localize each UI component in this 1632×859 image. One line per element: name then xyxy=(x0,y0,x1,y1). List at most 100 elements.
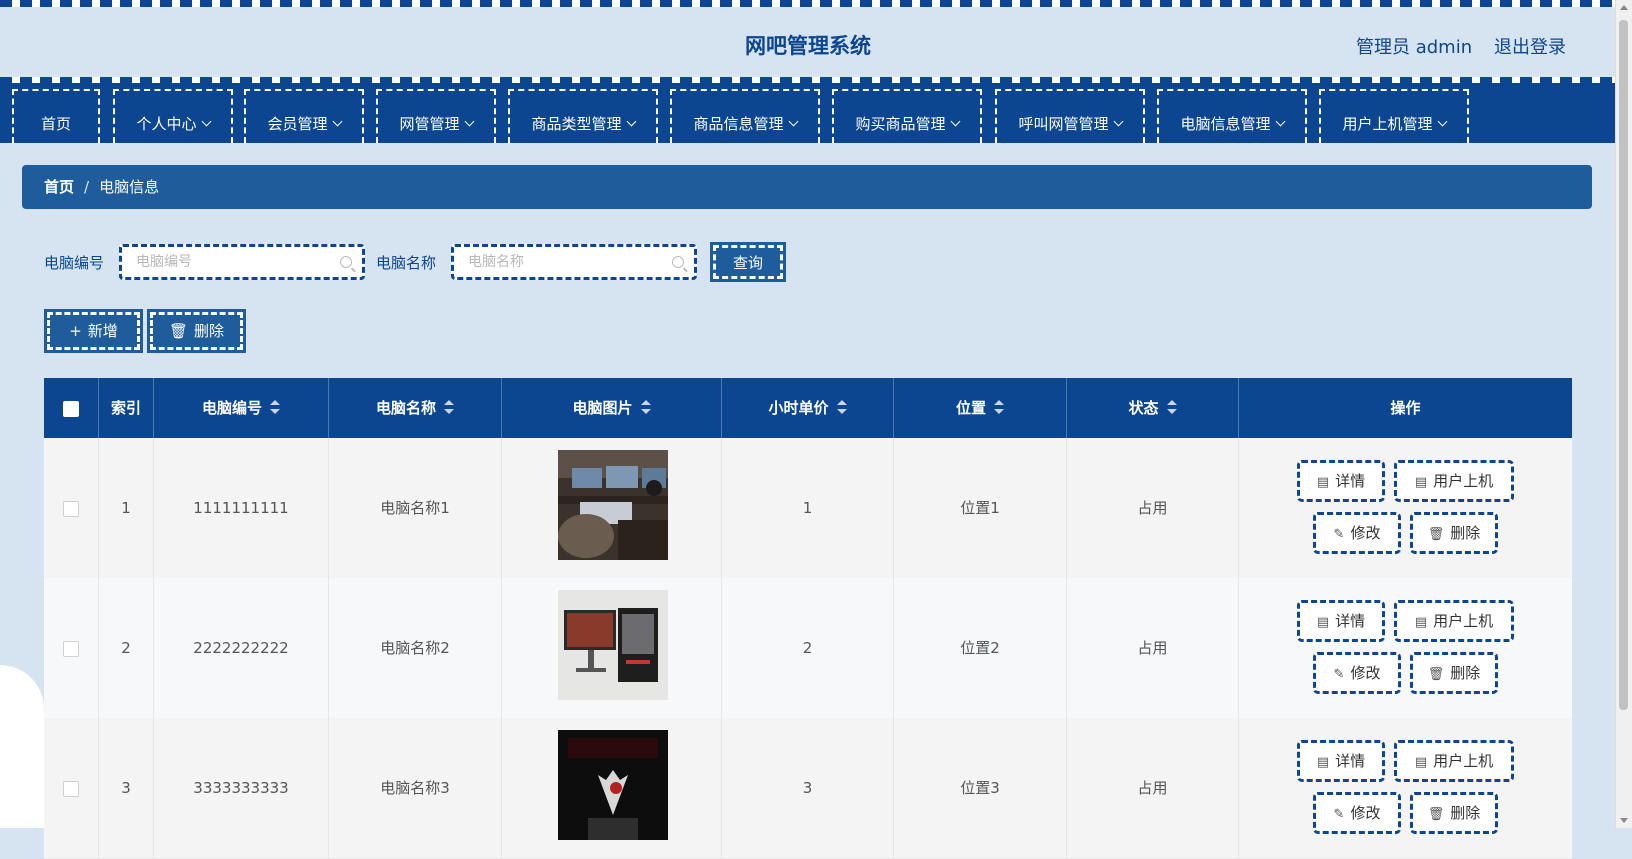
cell-location: 位置1 xyxy=(894,438,1067,578)
main-nav: 首页 个人中心 会员管理 网管管理 商品类型管理 商品信息管理 购买商品管理 呼… xyxy=(0,83,1616,143)
name-placeholder: 电脑名称 xyxy=(468,254,524,270)
scrollbar-thumb[interactable] xyxy=(1619,20,1628,710)
row-checkbox[interactable] xyxy=(63,780,79,797)
chevron-down-icon xyxy=(950,116,960,127)
row-checkbox[interactable] xyxy=(63,640,79,657)
search-icon xyxy=(672,256,684,268)
cell-status: 占用 xyxy=(1067,578,1239,718)
sort-icon[interactable] xyxy=(444,399,454,414)
header-location[interactable]: 位置 xyxy=(894,378,1067,438)
user-login-button[interactable]: ▤ 用户上机 xyxy=(1394,740,1514,782)
name-label: 电脑名称 xyxy=(376,254,437,272)
header-price-label: 小时单价 xyxy=(768,399,829,417)
chevron-down-icon xyxy=(464,116,474,127)
breadcrumb: 首页 / 电脑信息 xyxy=(22,165,1592,209)
computer-image[interactable] xyxy=(558,730,668,840)
nav-item-member[interactable]: 会员管理 xyxy=(244,89,364,143)
document-icon: ▤ xyxy=(1414,755,1428,770)
header-name[interactable]: 电脑名称 xyxy=(329,378,502,438)
detail-button[interactable]: ▤ 详情 xyxy=(1297,600,1385,642)
nav-label: 首页 xyxy=(40,115,71,133)
code-search-input[interactable]: 电脑编号 xyxy=(119,244,365,280)
cell-image xyxy=(502,578,722,718)
row-checkbox-cell xyxy=(44,718,99,858)
nav-item-personal-center[interactable]: 个人中心 xyxy=(113,89,233,143)
header-price[interactable]: 小时单价 xyxy=(722,378,894,438)
sort-icon[interactable] xyxy=(836,399,847,414)
name-search-input[interactable]: 电脑名称 xyxy=(451,244,697,280)
delete-button-label: 删除 xyxy=(194,322,225,340)
row-checkbox[interactable] xyxy=(63,500,79,517)
nav-label: 电脑信息管理 xyxy=(1180,115,1271,133)
add-button[interactable]: + 新增 xyxy=(44,309,143,353)
sort-icon[interactable] xyxy=(1166,399,1177,414)
user-login-button[interactable]: ▤ 用户上机 xyxy=(1394,460,1514,502)
sort-icon[interactable] xyxy=(640,399,651,414)
cell-index: 3 xyxy=(99,718,154,858)
sort-icon[interactable] xyxy=(270,399,280,414)
breadcrumb-home[interactable]: 首页 xyxy=(44,178,74,196)
search-icon xyxy=(340,256,352,268)
logout-link[interactable]: 退出登录 xyxy=(1494,33,1566,59)
computer-image[interactable] xyxy=(558,590,668,700)
header-actions-label: 操作 xyxy=(1390,399,1421,417)
cell-actions: ▤ 详情 ▤ 用户上机 ✎ 修改 🗑 删除 xyxy=(1239,718,1572,858)
table-row: 3 3333333333 电脑名称3 3 位置3 占用 ▤ 详情 ▤ 用户上机 ✎ 修… xyxy=(44,718,1572,859)
document-icon: ▤ xyxy=(1414,475,1428,490)
sort-icon[interactable] xyxy=(994,399,1004,414)
detail-button[interactable]: ▤ 详情 xyxy=(1297,740,1385,782)
batch-delete-button[interactable]: 🗑 删除 xyxy=(147,309,246,353)
cell-price: 3 xyxy=(722,718,894,858)
nav-item-product-type[interactable]: 商品类型管理 xyxy=(508,89,658,143)
nav-item-netadmin[interactable]: 网管管理 xyxy=(376,89,496,143)
delete-button[interactable]: 🗑 删除 xyxy=(1410,652,1498,694)
header-index-label: 索引 xyxy=(110,399,141,417)
query-button[interactable]: 查询 xyxy=(710,242,786,282)
vertical-scrollbar[interactable] xyxy=(1615,0,1632,828)
nav-item-purchase[interactable]: 购买商品管理 xyxy=(832,89,982,143)
edit-button[interactable]: ✎ 修改 xyxy=(1313,652,1401,694)
admin-user-label[interactable]: 管理员 admin xyxy=(1356,33,1472,59)
table-row: 1 1111111111 电脑名称1 1 位置1 占用 ▤ 详情 ▤ 用户上机 ✎ 修… xyxy=(44,438,1572,579)
cell-image xyxy=(502,718,722,858)
nav-item-product-info[interactable]: 商品信息管理 xyxy=(670,89,820,143)
chevron-down-icon xyxy=(788,116,798,127)
cell-image xyxy=(502,438,722,578)
nav-label: 呼叫网管管理 xyxy=(1018,115,1109,133)
cell-code: 1111111111 xyxy=(154,438,329,578)
cell-actions: ▤ 详情 ▤ 用户上机 ✎ 修改 🗑 删除 xyxy=(1239,578,1572,718)
nav-item-user-login[interactable]: 用户上机管理 xyxy=(1319,89,1469,143)
header-actions: 操作 xyxy=(1239,378,1572,438)
scroll-down-icon[interactable] xyxy=(1620,818,1628,823)
delete-button[interactable]: 🗑 删除 xyxy=(1410,512,1498,554)
detail-button[interactable]: ▤ 详情 xyxy=(1297,460,1385,502)
nav-item-home[interactable]: 首页 xyxy=(12,89,100,143)
table-row: 2 2222222222 电脑名称2 2 位置2 占用 ▤ 详情 ▤ 用户上机 ✎ 修… xyxy=(44,578,1572,719)
edit-button[interactable]: ✎ 修改 xyxy=(1313,512,1401,554)
chevron-down-icon xyxy=(1437,116,1447,127)
edit-icon: ✎ xyxy=(1333,667,1345,682)
breadcrumb-current: 电脑信息 xyxy=(99,178,160,196)
cell-actions: ▤ 详情 ▤ 用户上机 ✎ 修改 🗑 删除 xyxy=(1239,438,1572,578)
computer-image[interactable] xyxy=(558,450,668,560)
cell-index: 2 xyxy=(99,578,154,718)
nav-item-computer-info[interactable]: 电脑信息管理 xyxy=(1157,89,1307,143)
scroll-up-icon[interactable] xyxy=(1620,5,1628,10)
delete-label: 删除 xyxy=(1450,664,1481,682)
cell-name: 电脑名称1 xyxy=(329,438,502,578)
trash-icon: 🗑 xyxy=(168,322,189,340)
header-status[interactable]: 状态 xyxy=(1067,378,1239,438)
nav-label: 购买商品管理 xyxy=(855,115,946,133)
nav-item-call-admin[interactable]: 呼叫网管管理 xyxy=(995,89,1145,143)
code-placeholder: 电脑编号 xyxy=(136,254,192,270)
nav-label: 商品信息管理 xyxy=(693,115,784,133)
header-code[interactable]: 电脑编号 xyxy=(154,378,329,438)
cell-name: 电脑名称3 xyxy=(329,718,502,858)
chevron-down-icon xyxy=(201,116,211,127)
user-login-button[interactable]: ▤ 用户上机 xyxy=(1394,600,1514,642)
select-all-checkbox[interactable] xyxy=(63,400,79,417)
query-button-label: 查询 xyxy=(732,254,763,272)
table-header: 索引 电脑编号 电脑名称 电脑图片 小时单价 位置 状态 操作 xyxy=(44,378,1572,438)
header-image[interactable]: 电脑图片 xyxy=(502,378,722,438)
row-checkbox-cell xyxy=(44,438,99,578)
